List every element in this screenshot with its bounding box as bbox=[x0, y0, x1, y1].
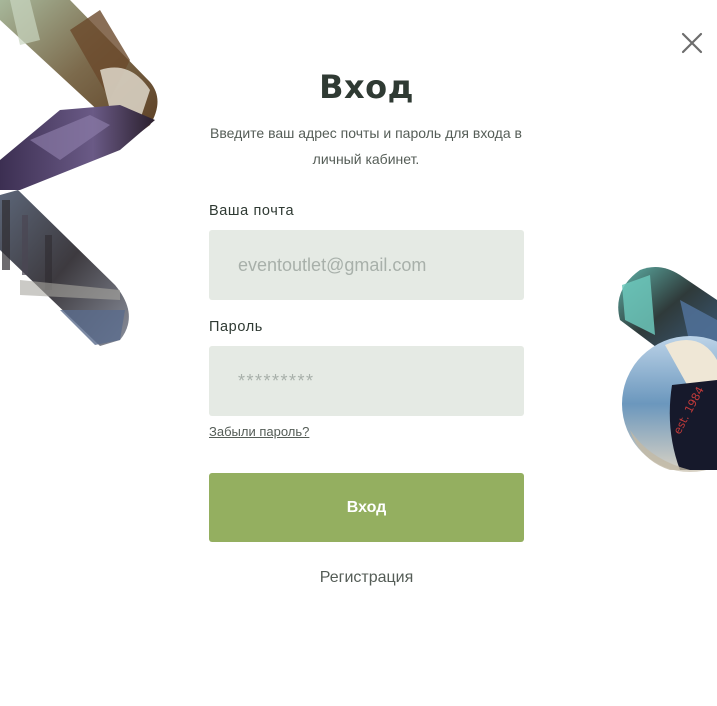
photo-shape-right-circle bbox=[622, 336, 717, 472]
photo-shape-bottom-left bbox=[0, 190, 129, 346]
login-title: Вход bbox=[319, 68, 414, 106]
register-link[interactable]: Регистрация bbox=[209, 569, 524, 587]
close-icon bbox=[681, 32, 703, 54]
password-field[interactable] bbox=[209, 346, 524, 416]
email-field[interactable] bbox=[209, 230, 524, 300]
email-label: Ваша почта bbox=[209, 203, 295, 219]
photo-shape-left-band bbox=[0, 105, 155, 190]
forgot-password-link[interactable]: Забыли пароль? bbox=[209, 424, 309, 439]
password-label: Пароль bbox=[209, 319, 263, 335]
close-button[interactable] bbox=[680, 31, 704, 55]
login-subtitle: Введите ваш адрес почты и пароль для вхо… bbox=[210, 125, 522, 167]
login-button[interactable]: Вход bbox=[209, 473, 524, 542]
